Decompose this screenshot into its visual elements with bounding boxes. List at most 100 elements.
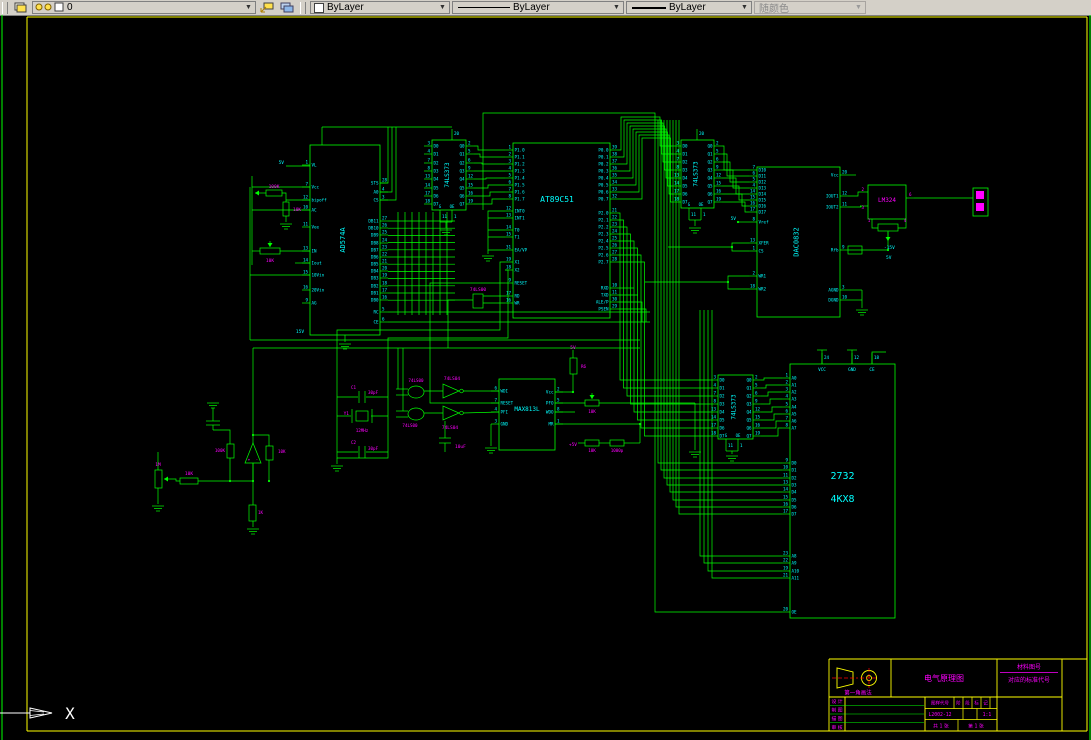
svg-text:23: 23	[612, 222, 618, 227]
svg-text:7: 7	[305, 182, 308, 187]
svg-text:D1: D1	[434, 152, 440, 157]
resistor[interactable]	[265, 445, 274, 461]
svg-text:A3: A3	[792, 397, 798, 402]
svg-text:13: 13	[750, 238, 756, 243]
svg-text:1: 1	[557, 419, 560, 424]
svg-text:14: 14	[783, 487, 789, 492]
svg-text:23: 23	[783, 551, 789, 556]
svg-text:32: 32	[612, 194, 618, 199]
svg-text:D3: D3	[792, 483, 798, 488]
svg-text:18: 18	[506, 265, 512, 270]
svg-text:4: 4	[713, 383, 716, 388]
svg-text:X2: X2	[515, 268, 521, 273]
drawing-canvas[interactable]: AD574A1VL7Vcc12bipoff10AC11Vee13IN14Iout…	[0, 0, 1091, 740]
svg-text:Q3: Q3	[459, 169, 465, 174]
svg-text:10: 10	[783, 465, 789, 470]
svg-text:16: 16	[382, 295, 388, 300]
svg-text:Q2: Q2	[459, 161, 465, 166]
schematic-wires[interactable]	[157, 112, 973, 613]
ic-lm324[interactable]: LM324	[867, 184, 907, 220]
svg-text:A1: A1	[792, 383, 798, 388]
resistor[interactable]	[179, 477, 199, 485]
svg-text:14: 14	[750, 189, 756, 194]
nand-gate[interactable]	[407, 407, 425, 421]
svg-text:74LS00: 74LS00	[470, 287, 487, 293]
svg-text:第 1 张: 第 1 张	[968, 723, 984, 730]
svg-text:17: 17	[783, 509, 789, 514]
svg-text:INT1: INT1	[515, 216, 526, 221]
svg-text:27: 27	[612, 250, 618, 255]
ic-ls373b[interactable]: 74LS3733D04D17D28D313D414D517D618D72Q05Q…	[673, 129, 722, 220]
svg-text:P2.1: P2.1	[598, 218, 609, 223]
resistor[interactable]	[154, 469, 163, 489]
svg-text:11: 11	[691, 212, 697, 217]
svg-text:4: 4	[785, 394, 788, 399]
resistor[interactable]	[569, 357, 578, 375]
resistor[interactable]	[226, 443, 235, 459]
inverter-gate[interactable]	[442, 405, 460, 421]
svg-text:17: 17	[750, 207, 756, 212]
svg-text:D1: D1	[792, 468, 798, 473]
ic-at89c51[interactable]: AT89C51 1 P1.0 2 P1.1 3 P1.2 4 P1.3 5 P1.4 6 P1.5 7 P1…	[505, 142, 618, 319]
resistor[interactable]	[584, 399, 600, 407]
svg-text:P1.0: P1.0	[515, 148, 526, 153]
svg-text:74LS373: 74LS373	[693, 161, 700, 187]
resistor[interactable]	[609, 439, 625, 447]
svg-text:26: 26	[382, 223, 388, 228]
svg-text:D3: D3	[683, 168, 689, 173]
inverter-gate[interactable]	[442, 383, 460, 399]
svg-text:20: 20	[783, 607, 789, 612]
svg-text:9: 9	[755, 399, 758, 404]
svg-text:R6: R6	[581, 364, 587, 369]
resistor[interactable]	[584, 439, 600, 447]
resistor[interactable]	[259, 247, 281, 255]
svg-text:100K: 100K	[215, 448, 226, 453]
svg-text:15: 15	[716, 181, 722, 186]
ic-symbols[interactable]: AD574A1VL7Vcc12bipoff10AC11Vee13IN14Iout…	[302, 129, 914, 619]
svg-text:5V: 5V	[570, 345, 576, 351]
ic-ls373c[interactable]: 74LS3733D04D17D28D313D414D517D618D72Q05Q…	[710, 375, 761, 452]
svg-text:D1: D1	[683, 152, 689, 157]
svg-text:A6: A6	[792, 419, 798, 424]
svg-text:DI5: DI5	[759, 198, 767, 203]
resistor[interactable]	[265, 189, 283, 197]
svg-text:21: 21	[382, 259, 388, 264]
resistor[interactable]	[282, 201, 290, 217]
gate-74ls00-box[interactable]	[472, 293, 484, 309]
schematic-components[interactable]	[154, 187, 989, 522]
svg-text:CE: CE	[869, 367, 875, 373]
svg-text:6: 6	[382, 317, 385, 322]
ic-eprom2732[interactable]: 27324KX81A02A13A24A35A46A57A68A79D010D11…	[782, 353, 896, 619]
svg-text:31: 31	[506, 245, 512, 250]
svg-text:24: 24	[382, 238, 388, 243]
svg-text:12: 12	[468, 174, 474, 179]
svg-text:AC: AC	[312, 208, 318, 213]
nand-gate[interactable]	[407, 385, 425, 399]
svg-text:7: 7	[713, 391, 716, 396]
svg-text:6: 6	[909, 192, 912, 197]
svg-text:10: 10	[842, 295, 848, 300]
svg-text:A4: A4	[792, 405, 798, 410]
svg-text:17: 17	[382, 288, 388, 293]
svg-text:Q2: Q2	[746, 394, 752, 399]
svg-text:RESET: RESET	[501, 401, 514, 406]
svg-text:Q3: Q3	[707, 168, 713, 173]
ic-ad574a[interactable]: AD574A 1 VL 7 Vcc12bipoff10AC 11Vee 13IN14Iout…	[302, 144, 388, 336]
svg-text:1000p: 1000p	[611, 448, 624, 453]
crystal-y1[interactable]	[355, 410, 369, 422]
svg-text:2: 2	[785, 380, 788, 385]
svg-text:4: 4	[427, 149, 430, 154]
resistor[interactable]	[248, 504, 257, 522]
svg-text:D4: D4	[720, 410, 726, 415]
ic-max813l[interactable]: MAX813L 6 WDI 7 RESET 4 PFI 3 GND 2Vcc5PFO8WDO1MR	[491, 378, 563, 451]
svg-text:19: 19	[783, 566, 789, 571]
svg-text:20: 20	[842, 170, 848, 175]
svg-text:XFER: XFER	[759, 241, 770, 246]
resistor[interactable]	[877, 223, 899, 232]
title-block[interactable]: 第一角画法 电气原理图 材料图号对应的标准代号设 计制 图描 图审 核 图样代号阶段标…	[828, 658, 1087, 732]
svg-text:4: 4	[752, 183, 755, 188]
ic-dac0832[interactable]: DAC0832 7 DI0 6 DI1 5 DI2 4 DI314DI415DI516DI617…	[749, 165, 848, 318]
ic-ls373a[interactable]: 74LS3733D04D17D28D313D414D517D618D72Q05Q…	[424, 129, 474, 222]
svg-text:DB7: DB7	[371, 248, 379, 253]
svg-text:DI1: DI1	[759, 174, 767, 179]
